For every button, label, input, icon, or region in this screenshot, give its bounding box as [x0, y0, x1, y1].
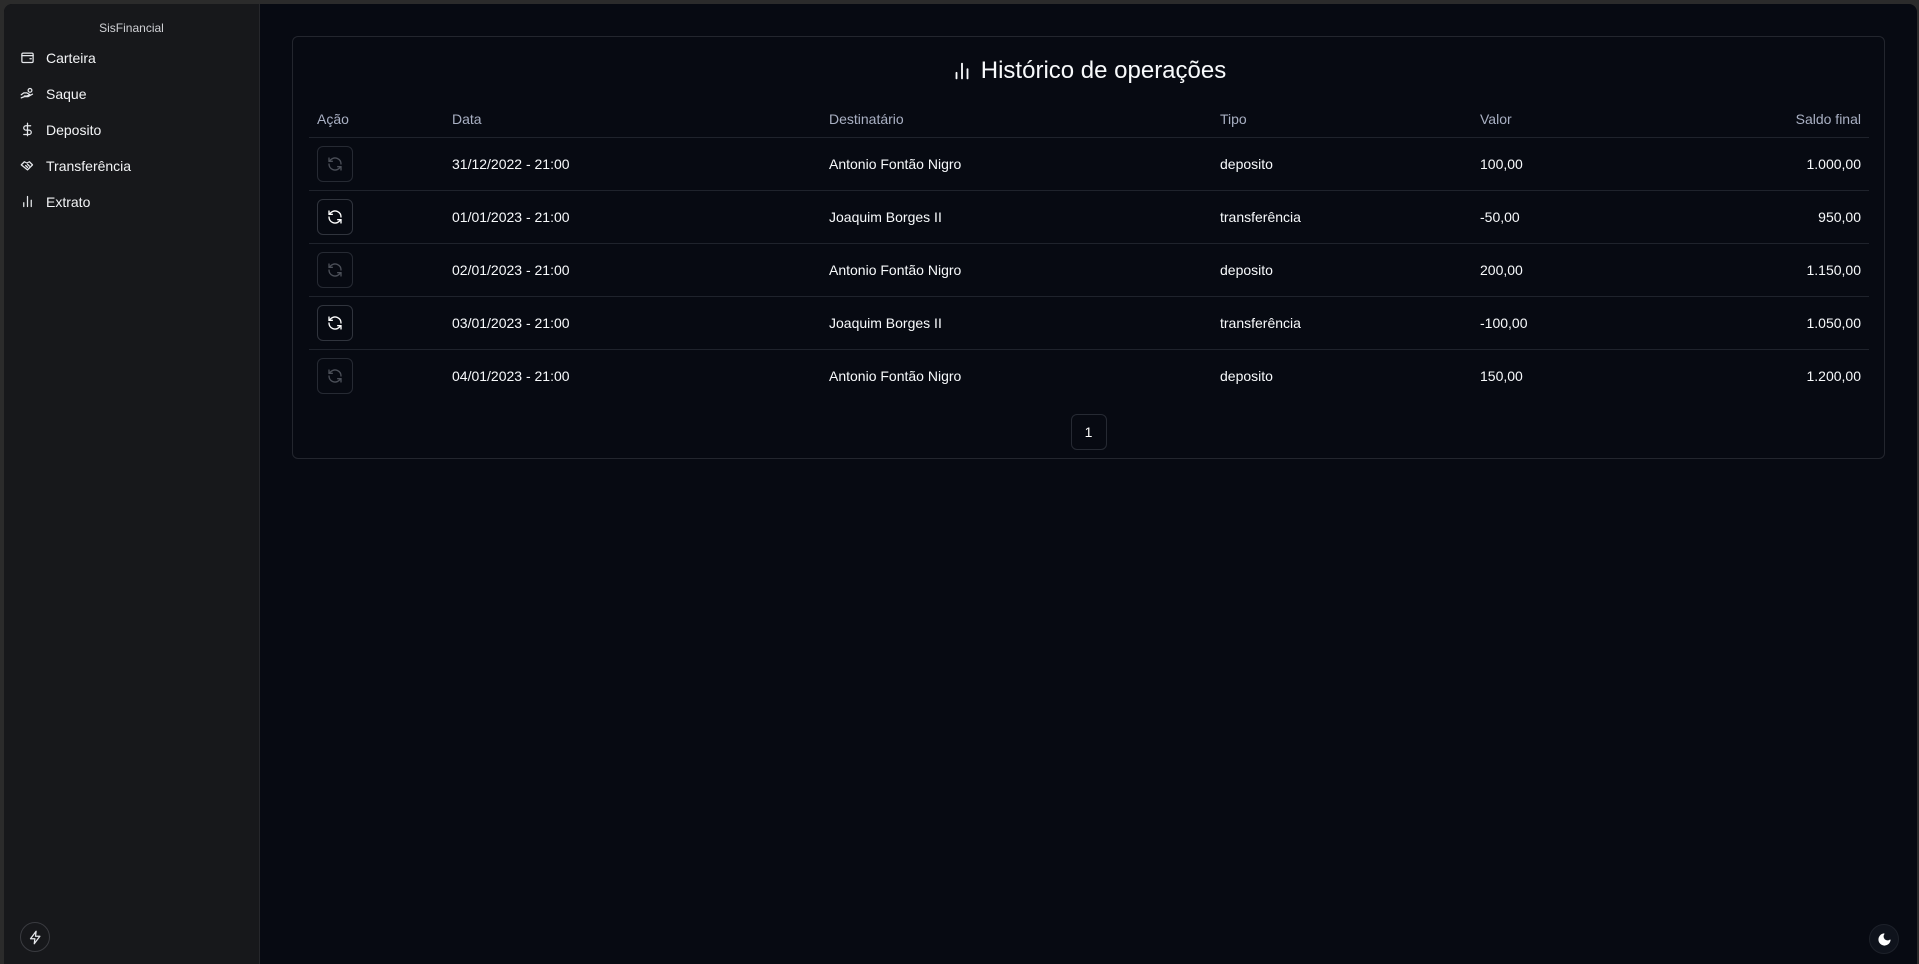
sidebar-item-carteira[interactable]: Carteira [4, 40, 259, 76]
cell-data: 02/01/2023 - 21:00 [444, 243, 821, 297]
cell-data: 01/01/2023 - 21:00 [444, 190, 821, 244]
main-content: Histórico de operações Ação Data Destina… [260, 4, 1917, 964]
refresh-icon [327, 315, 343, 331]
column-header-valor: Valor [1472, 101, 1672, 138]
history-card: Histórico de operações Ação Data Destina… [292, 36, 1885, 459]
cell-saldo-final: 1.200,00 [1806, 367, 1862, 384]
sidebar-item-deposito[interactable]: Deposito [4, 112, 259, 148]
handshake-icon [20, 158, 36, 174]
sidebar-item-saque[interactable]: Saque [4, 76, 259, 112]
cell-destinatario: Antonio Fontão Nigro [821, 243, 1212, 297]
app-window: SisFinancial Carteira Saque Deposito Tra… [4, 4, 1917, 964]
sidebar-item-label: Carteira [46, 50, 96, 66]
table-row: 03/01/2023 - 21:00 Joaquim Borges II tra… [309, 296, 1869, 350]
sidebar-item-transferencia[interactable]: Transferência [4, 148, 259, 184]
zap-button[interactable] [20, 922, 50, 952]
action-cell [309, 137, 444, 191]
sidebar-item-label: Transferência [46, 158, 132, 174]
cell-destinatario: Joaquim Borges II [821, 296, 1212, 350]
refresh-icon [327, 156, 343, 172]
action-cell [309, 296, 444, 350]
cell-valor: 200,00 [1472, 243, 1672, 297]
action-cell [309, 243, 444, 297]
cell-saldo-final: 1.000,00 [1672, 137, 1869, 191]
cell-data: 31/12/2022 - 21:00 [444, 137, 821, 191]
page-button-1[interactable]: 1 [1070, 414, 1107, 450]
sidebar-item-label: Saque [46, 86, 87, 102]
operations-table: Ação Data Destinatário Tipo Valor Saldo … [309, 101, 1869, 402]
refresh-button[interactable] [317, 198, 353, 235]
brand-name: SisFinancial [99, 21, 164, 35]
refresh-button[interactable] [317, 251, 353, 288]
cell-tipo: transferência [1212, 296, 1472, 350]
sidebar-item-extrato[interactable]: Extrato [4, 184, 259, 220]
action-cell [309, 190, 444, 244]
dollar-sign-icon [20, 122, 36, 138]
cell-data: 04/01/2023 - 21:00 [452, 367, 570, 384]
refresh-button[interactable] [317, 145, 353, 182]
column-header-destinatario: Destinatário [821, 101, 1212, 138]
cell-saldo-final: 1.150,00 [1672, 243, 1869, 297]
cell-tipo: deposito [1220, 367, 1273, 384]
cell-destinatario: Joaquim Borges II [821, 190, 1212, 244]
sidebar-item-label: Deposito [46, 122, 102, 138]
sidebar-item-label: Extrato [46, 194, 91, 210]
action-cell [309, 349, 444, 402]
cell-tipo: transferência [1212, 190, 1472, 244]
refresh-button[interactable] [317, 357, 353, 394]
table-row: 04/01/2023 - 21:00 Antonio Fontão Nigro … [309, 349, 1869, 402]
cell-saldo-final: 1.050,00 [1672, 296, 1869, 350]
bar-chart-icon [20, 194, 36, 210]
refresh-icon [327, 368, 343, 384]
cell-destinatario: Antonio Fontão Nigro [829, 367, 962, 384]
table-header-row: Ação Data Destinatário Tipo Valor Saldo … [309, 101, 1869, 138]
page-title-text: Histórico de operações [980, 57, 1227, 84]
cell-valor: -100,00 [1472, 296, 1672, 350]
cell-destinatario: Antonio Fontão Nigro [821, 137, 1212, 191]
table-row: 31/12/2022 - 21:00 Antonio Fontão Nigro … [309, 137, 1869, 191]
sidebar: SisFinancial Carteira Saque Deposito Tra… [4, 4, 260, 964]
cell-tipo: deposito [1212, 137, 1472, 191]
bar-chart-icon [951, 60, 981, 82]
table-row: 01/01/2023 - 21:00 Joaquim Borges II tra… [309, 190, 1869, 244]
hand-coins-icon [20, 86, 36, 102]
column-header-tipo: Tipo [1212, 101, 1472, 138]
refresh-icon [327, 262, 343, 278]
refresh-button[interactable] [317, 304, 353, 341]
cell-valor: 100,00 [1472, 137, 1672, 191]
moon-icon [1877, 932, 1892, 947]
wallet-icon [20, 50, 36, 66]
cell-saldo-final: 950,00 [1672, 190, 1869, 244]
page-title: Histórico de operações [293, 37, 1884, 101]
theme-toggle-button[interactable] [1869, 924, 1899, 954]
column-header-saldo-final: Saldo final [1672, 101, 1869, 138]
cell-data: 03/01/2023 - 21:00 [444, 296, 821, 350]
cell-tipo: deposito [1212, 243, 1472, 297]
table-row: 02/01/2023 - 21:00 Antonio Fontão Nigro … [309, 243, 1869, 297]
cell-valor: -50,00 [1472, 190, 1672, 244]
zap-icon [28, 930, 43, 945]
pagination: 1 [293, 414, 1884, 450]
refresh-icon [327, 209, 343, 225]
cell-valor: 150,00 [1480, 367, 1523, 384]
column-header-data: Data [444, 101, 821, 138]
column-header-acao: Ação [309, 101, 444, 138]
